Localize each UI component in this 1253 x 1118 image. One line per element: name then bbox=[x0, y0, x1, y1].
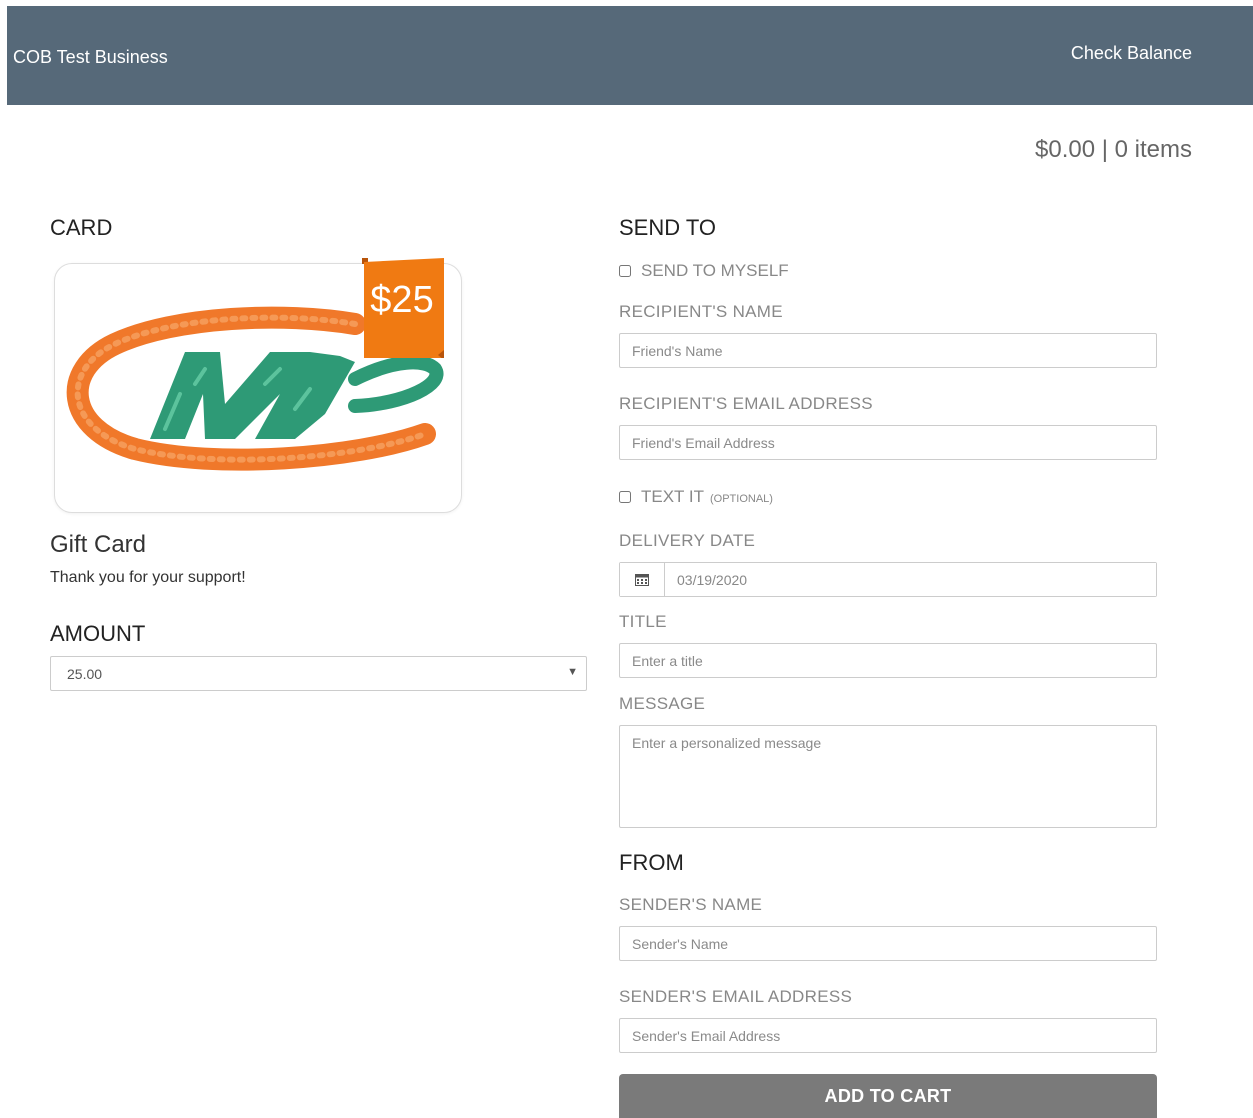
sender-name-label: SENDER'S NAME bbox=[619, 895, 763, 914]
text-it-label: TEXT IT bbox=[641, 487, 704, 506]
business-name[interactable]: COB Test Business bbox=[13, 47, 168, 68]
text-it-checkbox[interactable] bbox=[619, 491, 631, 503]
check-balance-link[interactable]: Check Balance bbox=[1071, 43, 1192, 64]
sender-email-label: SENDER'S EMAIL ADDRESS bbox=[619, 987, 853, 1006]
amount-section-title: AMOUNT bbox=[50, 621, 146, 646]
message-textarea[interactable] bbox=[619, 725, 1157, 828]
card-section-title: CARD bbox=[50, 215, 113, 240]
add-to-cart-button[interactable]: ADD TO CART bbox=[619, 1074, 1157, 1118]
send-to-myself-label: SEND TO MYSELF bbox=[641, 261, 789, 280]
send-to-section-title: SEND TO bbox=[619, 215, 716, 240]
top-navbar: COB Test Business Check Balance bbox=[7, 6, 1253, 105]
recipient-name-label: RECIPIENT'S NAME bbox=[619, 302, 783, 321]
sender-name-input[interactable] bbox=[619, 926, 1157, 961]
send-to-myself-checkbox[interactable] bbox=[619, 265, 631, 277]
title-label: TITLE bbox=[619, 612, 667, 631]
text-it-option[interactable]: TEXT IT (OPTIONAL) bbox=[619, 487, 773, 507]
sender-email-input[interactable] bbox=[619, 1018, 1157, 1053]
amount-select[interactable]: 25.00 ▼ bbox=[50, 656, 587, 691]
message-label: MESSAGE bbox=[619, 694, 706, 713]
amount-selected-value: 25.00 bbox=[67, 665, 103, 682]
delivery-date-label: DELIVERY DATE bbox=[619, 531, 756, 550]
recipient-email-label: RECIPIENT'S EMAIL ADDRESS bbox=[619, 394, 873, 413]
delivery-date-input[interactable] bbox=[665, 563, 1156, 596]
caret-down-icon: ▼ bbox=[567, 666, 578, 678]
price-tag: $25 bbox=[370, 279, 434, 321]
send-to-myself-option[interactable]: SEND TO MYSELF bbox=[619, 261, 789, 281]
from-section-title: FROM bbox=[619, 850, 684, 875]
recipient-email-input[interactable] bbox=[619, 425, 1157, 460]
title-input[interactable] bbox=[619, 643, 1157, 678]
cart-summary[interactable]: $0.00 | 0 items bbox=[1035, 136, 1192, 164]
text-it-optional-note: (OPTIONAL) bbox=[709, 492, 773, 505]
gift-card-description: Thank you for your support! bbox=[50, 569, 246, 586]
gift-card-title: Gift Card bbox=[50, 531, 147, 558]
delivery-date-field bbox=[619, 562, 1157, 597]
calendar-icon[interactable] bbox=[620, 563, 665, 596]
recipient-name-input[interactable] bbox=[619, 333, 1157, 368]
